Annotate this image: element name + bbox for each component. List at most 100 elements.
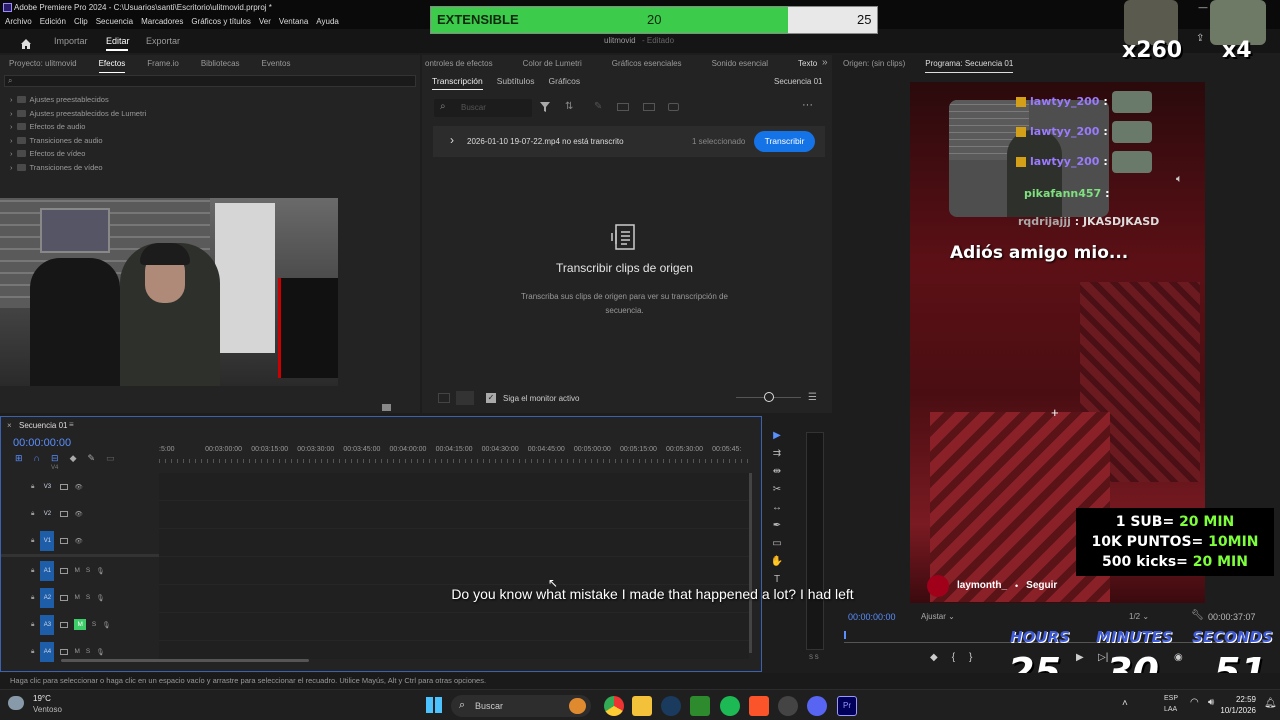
clock-time[interactable]: 22:59 [1228, 695, 1256, 704]
menu-item[interactable]: Ayuda [316, 15, 339, 29]
mute-button[interactable]: M [74, 648, 79, 655]
tab-proyecto[interactable]: Proyecto: ulitmovid [9, 55, 77, 73]
lock-icon[interactable]: 🔒︎ [31, 567, 34, 575]
merge-icon[interactable] [617, 103, 629, 111]
lock-icon[interactable]: 🔒︎ [31, 621, 34, 629]
magnet-icon[interactable]: ∩ [34, 453, 40, 464]
pencil-icon[interactable]: ✎ [594, 101, 602, 112]
solo-button[interactable]: S [86, 648, 90, 655]
weather-widget[interactable]: 19°C Ventoso [8, 694, 88, 716]
lock-icon[interactable]: 🔒︎ [31, 510, 34, 518]
menu-item[interactable]: Marcadores [141, 15, 183, 29]
notifications-icon[interactable]: 🔔︎ [1264, 698, 1277, 709]
sync-icon[interactable] [60, 621, 69, 628]
solo-button[interactable]: S [86, 567, 90, 574]
wrench-icon[interactable]: 🔧︎ [1191, 610, 1204, 621]
caption-icon[interactable]: ▭ [106, 453, 115, 464]
hand-tool[interactable]: ✋ [770, 554, 784, 568]
more-tabs-icon[interactable]: » [822, 57, 828, 68]
track-label[interactable]: V3 [40, 477, 54, 497]
mute-button[interactable]: M [74, 619, 86, 630]
tree-item[interactable]: › Transiciones de audio [0, 134, 420, 148]
tree-item[interactable]: › Ajustes preestablecidos de Lumetri [0, 107, 420, 121]
track-a2[interactable]: 🔒︎ A2 M S 🎙︎ [1, 584, 159, 611]
speaker-icon[interactable] [643, 103, 655, 111]
tray-lang-top[interactable]: ESP [1164, 695, 1178, 702]
follow-monitor-checkbox[interactable]: ✓ [486, 393, 496, 403]
track-label[interactable]: A2 [40, 587, 55, 608]
premiere-icon[interactable]: Pr [837, 696, 857, 716]
timeline-timecode[interactable]: 00:00:00:00 [13, 437, 71, 449]
slip-tool[interactable]: ↔ [770, 500, 784, 514]
ripple-tool[interactable]: ⇹ [770, 464, 784, 478]
tool-icon[interactable] [778, 696, 798, 716]
subtab-subtitulos[interactable]: Subtítulos [497, 76, 535, 90]
timecode-current[interactable]: 00:00:00:00 [848, 612, 896, 622]
track-a3[interactable]: 🔒︎ A3 M S 🎙︎ [1, 611, 159, 638]
razor-tool[interactable]: ✂ [770, 482, 784, 496]
transcribe-button[interactable]: Transcribir [754, 131, 815, 152]
tab-efectos[interactable]: Efectos [98, 55, 126, 73]
more-options-icon[interactable]: ··· [802, 99, 813, 111]
folder-icon[interactable] [382, 404, 391, 411]
tree-item[interactable]: › Efectos de audio [0, 120, 420, 134]
sync-icon[interactable] [60, 567, 69, 574]
subtab-transcripcion[interactable]: Transcripción [432, 76, 483, 90]
windows-icon[interactable] [426, 697, 442, 713]
settings-sliders-icon[interactable]: ☰ [808, 392, 817, 403]
eye-icon[interactable]: 👁︎ [74, 537, 82, 545]
mark-out-icon[interactable]: } [969, 652, 972, 663]
tab-bibliotecas[interactable]: Bibliotecas [201, 55, 240, 73]
menu-item[interactable]: Archivo [5, 15, 32, 29]
zoom-slider-handle[interactable] [764, 392, 774, 402]
selection-tool[interactable]: ▶ [770, 428, 784, 442]
tab-programa[interactable]: Programa: Secuencia 01 [925, 55, 1014, 73]
tray-up-icon[interactable]: ˄ [1122, 698, 1128, 709]
track-a1[interactable]: 🔒︎ A1 M S 🎙︎ [1, 557, 159, 584]
chrome-icon[interactable] [604, 696, 624, 716]
tab-origen[interactable]: Origen: (sin clips) [843, 55, 905, 73]
mic-icon[interactable]: 🎙︎ [96, 648, 104, 656]
tree-item[interactable]: › Efectos de vídeo [0, 147, 420, 161]
home-icon[interactable] [20, 35, 32, 49]
tab-eventos[interactable]: Eventos [262, 55, 291, 73]
hscroll[interactable] [61, 659, 309, 662]
menu-item[interactable]: Edición [40, 15, 66, 29]
sync-icon[interactable] [60, 594, 69, 601]
caption-icon[interactable] [668, 103, 679, 111]
track-v1[interactable]: 🔒︎ V1 👁︎ [1, 527, 159, 554]
track-label[interactable]: A3 [40, 614, 55, 635]
tab-sonido-esencial[interactable]: Sonido esencial [712, 55, 768, 73]
mic-icon[interactable]: 🎙︎ [96, 567, 104, 575]
fit-dropdown[interactable]: Ajustar ⌄ [921, 612, 955, 621]
marker-icon[interactable]: ◆ [930, 652, 938, 663]
tab-texto[interactable]: Texto [798, 55, 817, 73]
pen-tool[interactable]: ✒ [770, 518, 784, 532]
sync-icon[interactable] [60, 537, 69, 544]
tab-importar[interactable]: Importar [54, 29, 88, 53]
tray-lang-bottom[interactable]: LAA [1164, 706, 1177, 713]
playhead-bar[interactable] [844, 631, 846, 639]
mute-button[interactable]: M [74, 594, 79, 601]
brave-icon[interactable] [749, 696, 769, 716]
view-icon[interactable] [438, 393, 450, 403]
minimize-button[interactable]: — [1196, 0, 1210, 15]
spotify-icon[interactable] [720, 696, 740, 716]
share-icon[interactable]: ⇪ [1196, 33, 1204, 44]
resolution-dropdown[interactable]: 1/2 ⌄ [1129, 612, 1149, 621]
track-area[interactable] [159, 473, 749, 659]
marker-icon[interactable]: ◆ [70, 453, 77, 464]
tab-frameio[interactable]: Frame.io [147, 55, 179, 73]
camera-icon[interactable]: ◉ [1174, 652, 1183, 663]
split-icon[interactable]: ⇅ [565, 101, 573, 112]
sync-icon[interactable] [60, 648, 69, 655]
wifi-icon[interactable]: ◠ [1190, 697, 1199, 708]
mute-button[interactable]: M [74, 567, 79, 574]
tab-graficos-esenciales[interactable]: Gráficos esenciales [612, 55, 682, 73]
tab-exportar[interactable]: Exportar [146, 29, 180, 53]
explorer-icon[interactable] [632, 696, 652, 716]
rectangle-tool[interactable]: ▭ [770, 536, 784, 550]
tree-item[interactable]: › Transiciones de vídeo [0, 161, 420, 175]
subtab-graficos[interactable]: Gráficos [549, 76, 581, 90]
track-label[interactable]: V1 [40, 530, 55, 551]
